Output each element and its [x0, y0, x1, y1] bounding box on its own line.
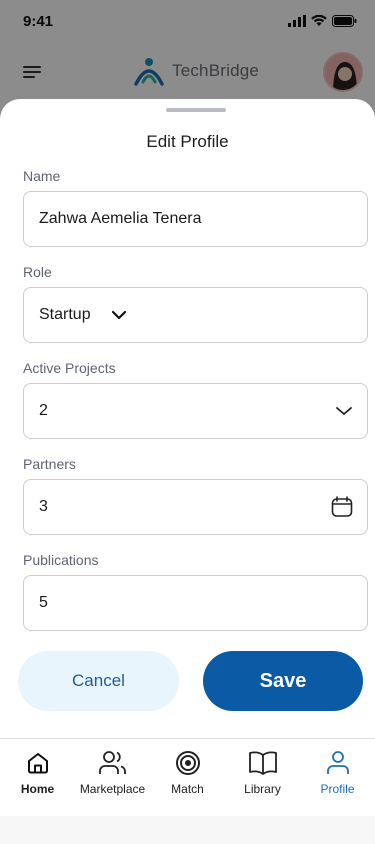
- user-icon: [326, 749, 350, 777]
- home-icon: [26, 749, 50, 777]
- nav-label-profile: Profile: [320, 782, 355, 796]
- active-projects-label: Active Projects: [23, 360, 116, 376]
- publications-field[interactable]: 5: [23, 575, 368, 631]
- nav-label-library: Library: [244, 782, 281, 796]
- role-select[interactable]: Startup: [23, 287, 368, 343]
- publications-label: Publications: [23, 552, 99, 568]
- save-button[interactable]: Save: [203, 651, 363, 711]
- role-label: Role: [23, 264, 52, 280]
- cancel-button[interactable]: Cancel: [18, 651, 179, 711]
- partners-label: Partners: [23, 456, 76, 472]
- users-icon: [98, 749, 128, 777]
- book-icon: [248, 749, 278, 777]
- home-indicator-area: [0, 816, 375, 844]
- nav-item-profile[interactable]: Profile: [300, 739, 375, 816]
- target-icon: [175, 749, 201, 777]
- nav-item-marketplace[interactable]: Marketplace: [75, 739, 150, 816]
- sheet-title: Edit Profile: [146, 132, 229, 151]
- nav-label-match: Match: [171, 782, 204, 796]
- nav-label-home: Home: [20, 782, 55, 796]
- calendar-icon[interactable]: [331, 496, 353, 518]
- sheet-grabber[interactable]: [166, 108, 226, 112]
- nav-item-match[interactable]: Match: [150, 739, 225, 816]
- active-projects-select[interactable]: 2: [23, 383, 368, 439]
- chevron-down-icon: [335, 406, 353, 416]
- nav-item-home[interactable]: Home: [0, 739, 75, 816]
- bottom-nav: Home Marketplace Match Library Profile: [0, 738, 375, 816]
- active-projects-value: 2: [39, 402, 48, 419]
- chevron-down-icon: [111, 310, 127, 320]
- publications-value: 5: [39, 594, 48, 611]
- name-label: Name: [23, 168, 61, 184]
- nav-label-marketplace: Marketplace: [79, 782, 146, 796]
- role-value: Startup: [39, 306, 91, 323]
- nav-item-library[interactable]: Library: [225, 739, 300, 816]
- partners-value: 3: [39, 498, 48, 515]
- partners-field[interactable]: 3: [23, 479, 368, 535]
- name-field[interactable]: Zahwa Aemelia Tenera: [23, 191, 368, 247]
- name-value: Zahwa Aemelia Tenera: [39, 210, 202, 227]
- edit-profile-sheet: Edit Profile Name Zahwa Aemelia Tenera R…: [0, 99, 375, 739]
